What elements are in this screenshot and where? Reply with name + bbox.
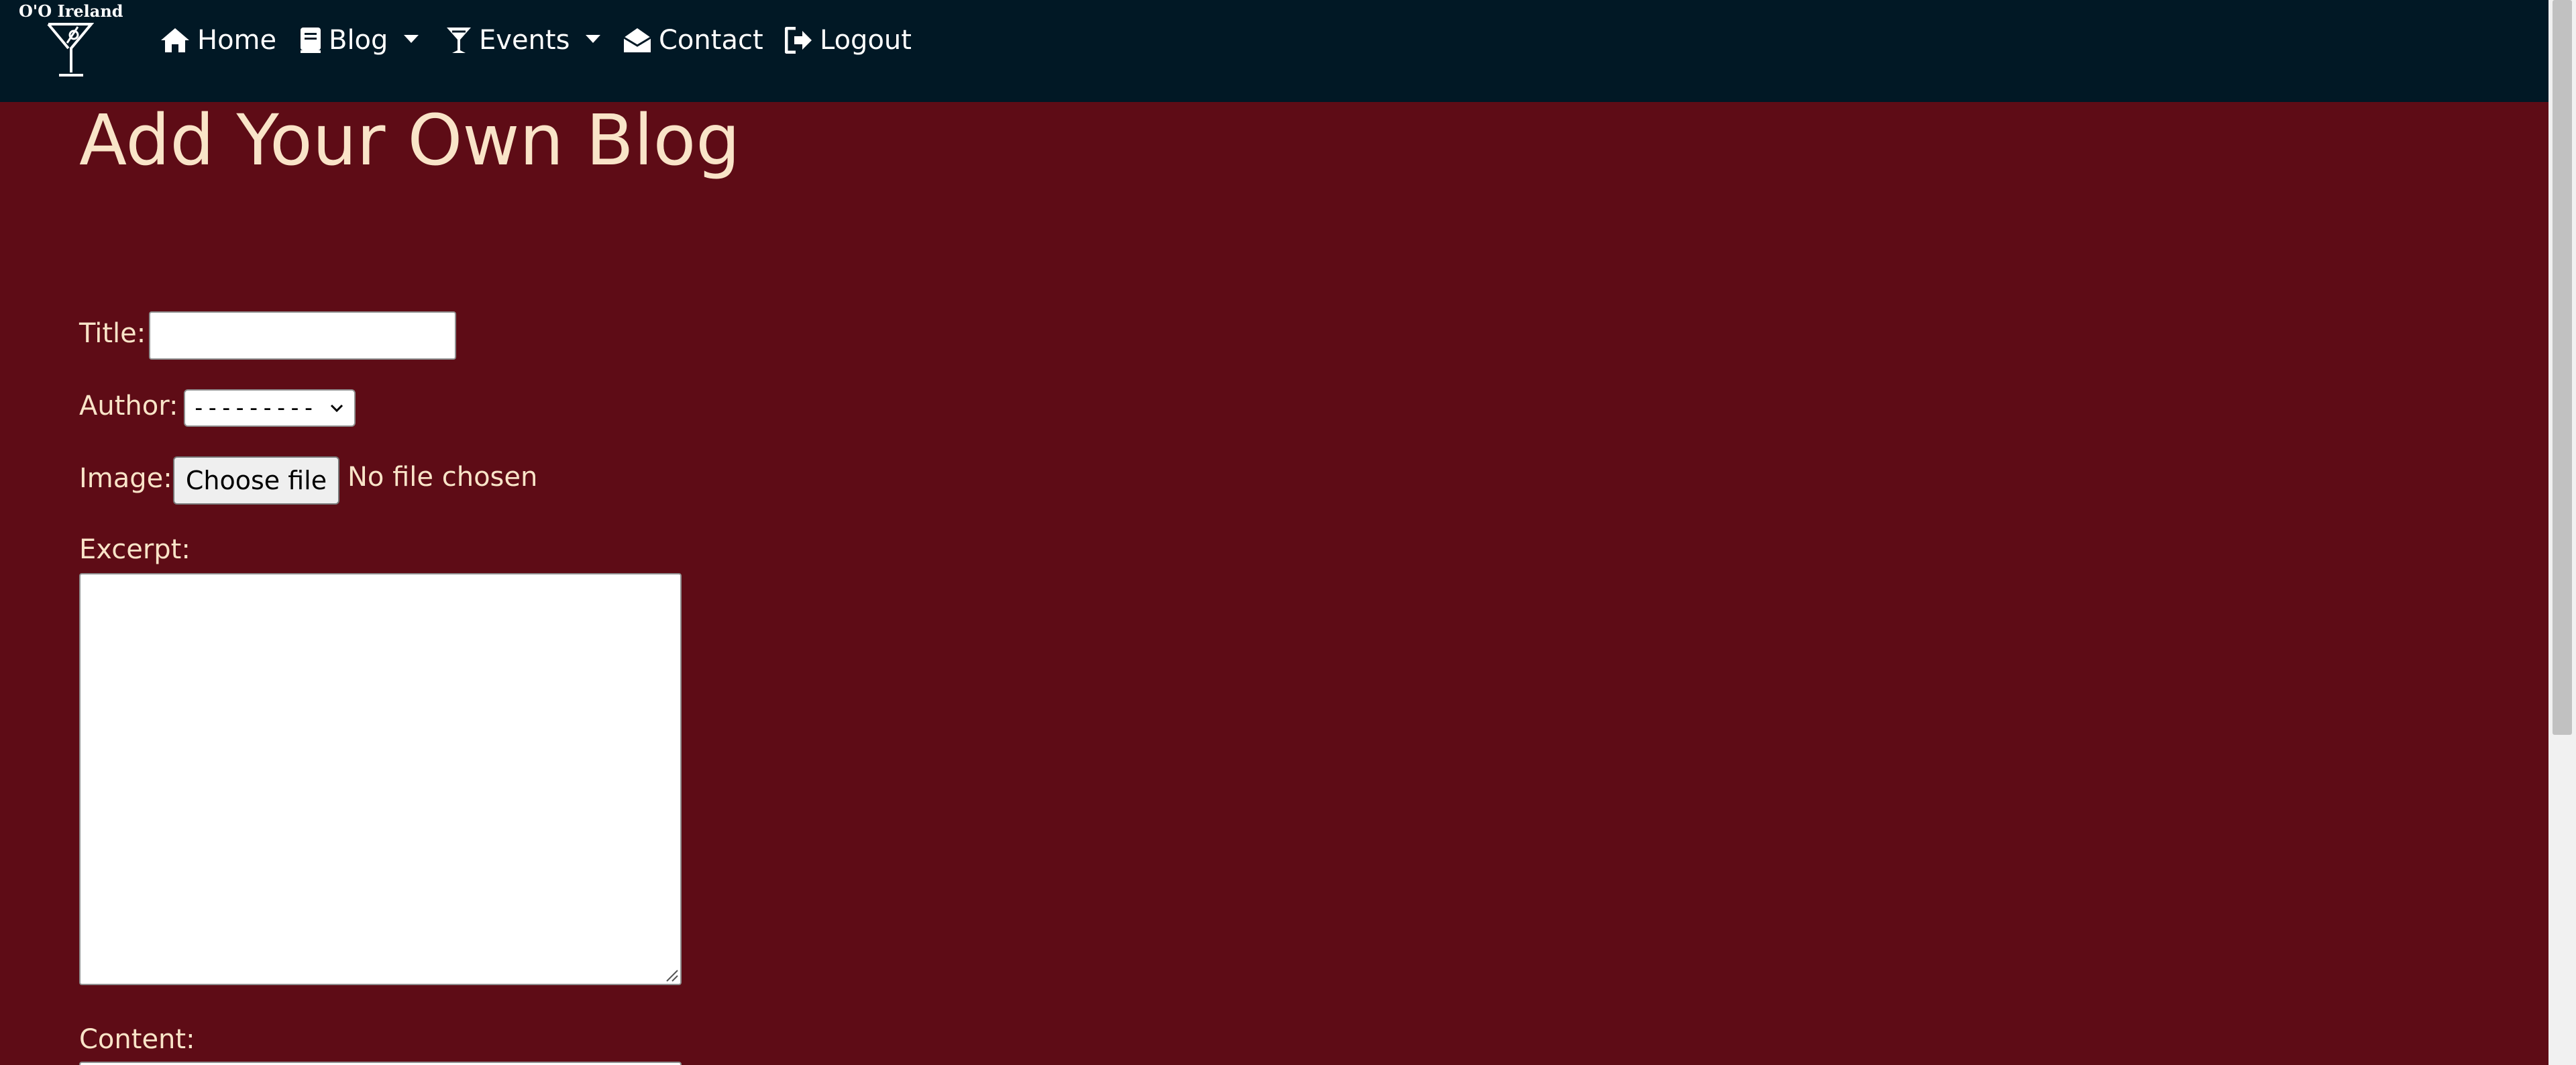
martini-glass-icon [47,23,94,77]
cocktail-icon [447,28,471,53]
nav-home[interactable]: Home [160,20,276,60]
vertical-scrollbar[interactable] [2548,0,2576,1065]
nav-logout[interactable]: Logout [785,20,912,60]
title-input[interactable] [149,311,456,360]
author-label: Author: [79,391,178,421]
nav-logout-label: Logout [820,25,912,56]
nav-events-label: Events [479,25,570,56]
scrollbar-thumb[interactable] [2553,0,2572,735]
author-selected-value: --------- [192,395,316,421]
nav-events[interactable]: Events [445,20,601,60]
image-label: Image: [79,463,172,494]
book-icon [301,28,321,53]
envelope-open-icon [623,28,651,52]
resize-grip-icon[interactable] [663,966,679,982]
home-icon [161,28,189,52]
nav-blog-label: Blog [329,25,388,56]
page-title: Add Your Own Blog [79,99,741,181]
chevron-down-icon [404,35,419,43]
top-navbar: O'O Ireland Home Blog Events Contact Log… [0,0,2548,102]
brand-name: O'O Ireland [19,1,123,21]
choose-file-button[interactable]: Choose file [173,456,339,505]
title-label: Title: [79,318,146,349]
excerpt-label: Excerpt: [79,534,191,565]
content-label: Content: [79,1024,195,1055]
author-select[interactable]: --------- [184,389,356,427]
chevron-down-icon [330,404,343,413]
content-textarea[interactable] [79,1062,682,1065]
nav-blog[interactable]: Blog [299,20,419,60]
brand-logo[interactable]: O'O Ireland [19,0,123,81]
nav-home-label: Home [197,25,277,56]
nav-contact[interactable]: Contact [623,20,763,60]
file-status-text: No file chosen [347,462,538,493]
sign-out-icon [785,27,812,54]
chevron-down-icon [586,35,601,43]
excerpt-textarea[interactable] [79,573,682,985]
nav-contact-label: Contact [659,25,763,56]
